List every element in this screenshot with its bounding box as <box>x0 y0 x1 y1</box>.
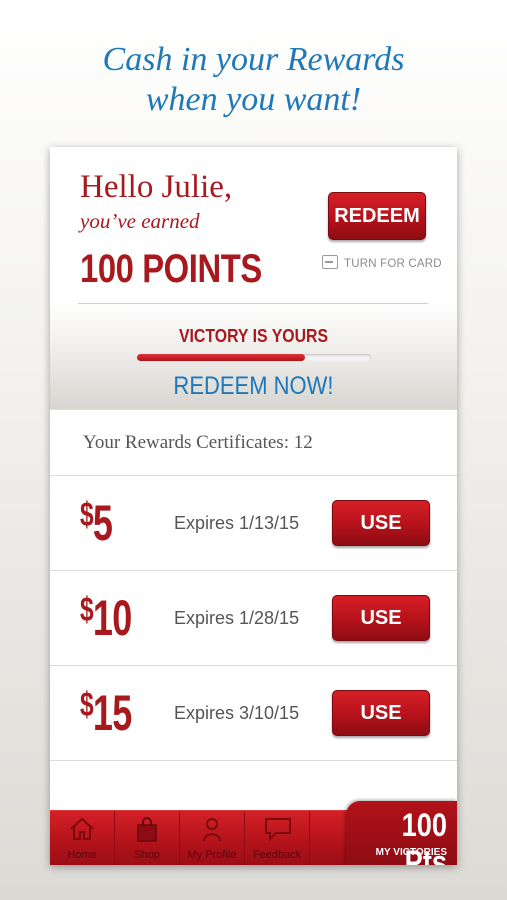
victory-title: VICTORY IS YOURS <box>178 326 329 346</box>
use-button[interactable]: USE <box>332 595 430 641</box>
certificates-count: Your Rewards Certificates: 12 <box>83 432 313 453</box>
promo-headline: Cash in your Rewards when you want! <box>0 40 507 120</box>
row-divider <box>50 760 457 761</box>
redeem-now-link[interactable]: REDEEM NOW! <box>74 372 432 401</box>
victory-progress-bar <box>137 354 371 361</box>
rewards-card: Hello Julie, you’ve earned 100 POINTS RE… <box>50 147 457 865</box>
earned-text: you’ve earned <box>80 209 200 233</box>
promo-line-2: when you want! <box>145 81 362 118</box>
tab-feedback[interactable]: Feedback <box>245 811 310 865</box>
points-total: 100 POINTS <box>80 247 262 291</box>
points-badge-label: MY VICTORIES <box>375 847 447 858</box>
use-button[interactable]: USE <box>332 690 430 736</box>
tab-shop[interactable]: Shop <box>115 811 180 865</box>
my-victories-button[interactable]: 100 Pts MY VICTORIES <box>346 801 457 865</box>
certificate-expiry: Expires 1/13/15 <box>174 513 300 533</box>
victory-progress-fill <box>137 354 306 361</box>
certificate-amount: $10 <box>80 590 132 646</box>
tab-label: Home <box>67 849 97 861</box>
promo-line-1: Cash in your Rewards <box>102 41 405 78</box>
tab-label: Feedback <box>252 849 302 861</box>
turn-for-card-link[interactable]: TURN FOR CARD <box>322 255 442 270</box>
tab-label: My Profile <box>187 849 237 861</box>
tab-label: Shop <box>134 849 160 861</box>
certificate-amount: $15 <box>80 685 132 741</box>
row-divider <box>50 570 457 571</box>
certificate-amount: $5 <box>80 495 113 551</box>
speech-bubble-icon <box>265 818 291 841</box>
certificate-expiry: Expires 3/10/15 <box>174 703 300 723</box>
profile-icon <box>203 818 221 842</box>
card-flip-icon <box>322 255 338 269</box>
turn-for-card-label: TURN FOR CARD <box>344 258 442 270</box>
certificate-expiry: Expires 1/28/15 <box>174 608 300 628</box>
redeem-button[interactable]: REDEEM <box>328 192 426 240</box>
greeting-text: Hello Julie, <box>80 169 233 205</box>
row-divider <box>50 475 457 476</box>
row-divider <box>50 665 457 666</box>
tab-home[interactable]: Home <box>50 811 115 865</box>
section-divider <box>50 409 457 410</box>
use-button[interactable]: USE <box>332 500 430 546</box>
victory-banner: VICTORY IS YOURS REDEEM NOW! <box>50 304 457 409</box>
shopping-bag-icon <box>137 817 157 842</box>
tab-my-profile[interactable]: My Profile <box>180 811 245 865</box>
bottom-tab-bar: Home Shop My Profile Feedback 100 Pts MY… <box>50 801 457 865</box>
home-icon <box>70 817 94 840</box>
